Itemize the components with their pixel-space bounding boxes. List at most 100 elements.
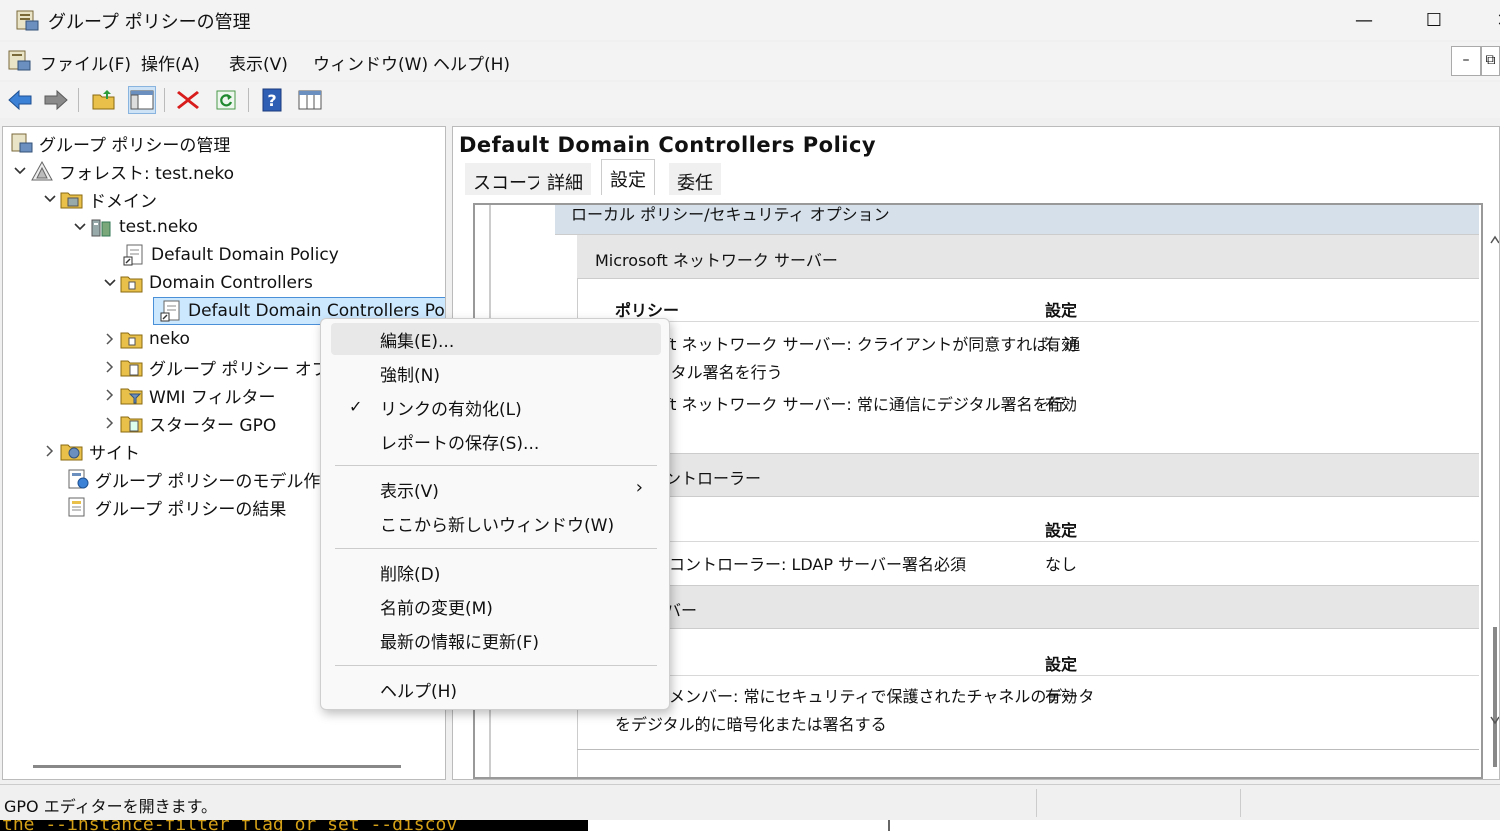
- menu-separator: [335, 465, 657, 466]
- gpo-title: Default Domain Controllers Policy: [459, 133, 877, 157]
- tree-gp-modeling[interactable]: グループ ポリシーのモデル作成: [65, 465, 337, 493]
- menu-item-view-label: 表示(V): [380, 481, 439, 502]
- policy-row-1-line1: oft ネットワーク サーバー: クライアントが同意すれば、通: [655, 335, 1081, 354]
- tab-details[interactable]: 詳細: [539, 163, 591, 195]
- tree-wmi-filters[interactable]: WMI フィルター: [101, 381, 276, 409]
- forest-icon: [29, 159, 55, 183]
- toolbar-separator: [164, 88, 165, 112]
- background-terminal: the --instance-filter flag or set --disc…: [0, 820, 1500, 831]
- refresh-icon[interactable]: [212, 86, 240, 114]
- title-bar: グループ ポリシーの管理 — ☐ ✕: [0, 0, 1500, 40]
- results-icon: [65, 495, 91, 519]
- tree-domain-label: test.neko: [119, 217, 198, 237]
- tree-domains[interactable]: ドメイン: [41, 185, 157, 213]
- chevron-down-icon[interactable]: [71, 218, 89, 236]
- report-top-header: ローカル ポリシー/セキュリティ オプション: [555, 205, 1479, 235]
- tree-domain-test-neko[interactable]: test.neko: [71, 213, 198, 241]
- tree-default-domain-policy[interactable]: Default Domain Policy: [121, 241, 339, 269]
- chevron-right-icon[interactable]: [101, 386, 119, 404]
- status-divider: [1036, 789, 1037, 817]
- menu-item-refresh[interactable]: 最新の情報に更新(F): [331, 624, 661, 656]
- menu-item-save-report-label: レポートの保存(S)...: [380, 433, 540, 454]
- starter-gpo-folder-icon: [119, 411, 145, 435]
- tree-forest[interactable]: フォレスト: test.neko: [11, 157, 234, 185]
- chevron-right-icon[interactable]: [41, 442, 59, 460]
- gpmc-root-icon: [9, 131, 35, 155]
- chevron-down-icon[interactable]: [11, 162, 29, 180]
- minimize-button[interactable]: —: [1334, 0, 1394, 40]
- menu-item-save-report[interactable]: レポートの保存(S)...: [331, 425, 661, 457]
- tree-sites[interactable]: サイト: [41, 437, 140, 465]
- tree-gp-results[interactable]: グループ ポリシーの結果: [65, 493, 286, 521]
- menu-window[interactable]: ウィンドウ(W): [313, 50, 428, 75]
- show-hide-tree-icon[interactable]: [128, 86, 156, 114]
- maximize-button[interactable]: ☐: [1404, 0, 1464, 40]
- menu-item-enforce-label: 強制(N): [380, 365, 440, 386]
- policy-secure-channel-line1: メンバー: 常にセキュリティで保護されたチャネルのデータ: [669, 687, 1095, 706]
- close-button[interactable]: ✕: [1474, 0, 1500, 40]
- toolbar-separator: [78, 88, 79, 112]
- section-bottom-border: [577, 749, 1479, 750]
- tree-ou-neko-label: neko: [149, 329, 190, 349]
- menu-item-new-window[interactable]: ここから新しいウィンドウ(W): [331, 507, 661, 539]
- chevron-right-icon[interactable]: [101, 358, 119, 376]
- chevron-right-icon[interactable]: [101, 414, 119, 432]
- menu-item-new-window-label: ここから新しいウィンドウ(W): [380, 515, 615, 536]
- menu-bar: ファイル(F) 操作(A) 表示(V) ウィンドウ(W) ヘルプ(H) – ⧉: [0, 42, 1500, 80]
- tab-settings[interactable]: 設定: [601, 159, 655, 195]
- tree-default-domain-policy-label: Default Domain Policy: [151, 245, 339, 265]
- chevron-right-icon[interactable]: [101, 330, 119, 348]
- row-divider: [577, 675, 1479, 676]
- tree-domain-controllers-label: Domain Controllers: [149, 273, 313, 293]
- domain-icon: [89, 215, 115, 239]
- forward-arrow-icon[interactable]: [42, 86, 70, 114]
- tree-ou-neko[interactable]: neko: [101, 325, 190, 353]
- section-ms-network-server[interactable]: Microsoft ネットワーク サーバー: [577, 235, 1479, 279]
- col-header-setting: 設定: [1045, 521, 1078, 540]
- tree-domain-controllers[interactable]: Domain Controllers: [101, 269, 313, 297]
- terminal-gap: [890, 820, 1500, 831]
- menu-help[interactable]: ヘルプ(H): [433, 50, 510, 75]
- menu-item-link-enabled[interactable]: ✓ リンクの有効化(L): [331, 391, 661, 423]
- menu-view[interactable]: 表示(V): [229, 50, 288, 75]
- tab-delegation[interactable]: 委任: [669, 163, 721, 195]
- delete-icon[interactable]: [174, 86, 202, 114]
- properties-icon[interactable]: [296, 86, 324, 114]
- menu-file[interactable]: ファイル(F): [40, 50, 131, 75]
- sites-icon: [59, 439, 85, 463]
- tree-root[interactable]: グループ ポリシーの管理: [9, 129, 230, 157]
- menu-item-view[interactable]: 表示(V) ›: [331, 473, 661, 505]
- menu-separator: [335, 548, 657, 549]
- policy-ldap-signing-setting: なし: [1045, 555, 1078, 574]
- section-domain-controller[interactable]: ントローラー: [577, 453, 1479, 497]
- ou-folder-icon: [119, 327, 145, 351]
- menu-item-rename[interactable]: 名前の変更(M): [331, 590, 661, 622]
- chevron-down-icon[interactable]: [41, 190, 59, 208]
- tree-gpo-objects[interactable]: グループ ポリシー オブジ: [101, 353, 346, 381]
- menu-item-enforce[interactable]: 強制(N): [331, 357, 661, 389]
- menu-action[interactable]: 操作(A): [141, 50, 200, 75]
- chevron-down-icon[interactable]: [101, 274, 119, 292]
- report-vertical-scrollbar[interactable]: [1489, 207, 1499, 777]
- tree-starter-gpo[interactable]: スターター GPO: [101, 409, 276, 437]
- mdi-restore-button[interactable]: ⧉: [1481, 46, 1500, 76]
- tree-forest-label: フォレスト: test.neko: [59, 163, 235, 184]
- row-divider: [577, 541, 1479, 542]
- toolbar-separator: [248, 88, 249, 112]
- back-arrow-icon[interactable]: [6, 86, 34, 114]
- section-domain-member[interactable]: バー: [577, 585, 1479, 629]
- menu-item-delete[interactable]: 削除(D): [331, 556, 661, 588]
- tree-horizontal-scrollbar[interactable]: [33, 765, 401, 768]
- mdi-minimize-button[interactable]: –: [1451, 46, 1481, 76]
- up-folder-icon[interactable]: [90, 86, 118, 114]
- gpo-link-icon: [121, 243, 147, 267]
- policy-secure-channel-setting: 有効: [1045, 687, 1078, 706]
- menu-item-help[interactable]: ヘルプ(H): [331, 673, 661, 705]
- status-text: GPO エディターを開きます。: [4, 797, 218, 816]
- svg-text:?: ?: [267, 91, 276, 110]
- policy-row-1-setting: 有効: [1045, 335, 1078, 354]
- menu-item-edit[interactable]: 編集(E)...: [331, 323, 661, 355]
- tree-root-label: グループ ポリシーの管理: [39, 135, 231, 156]
- ou-folder-icon: [119, 271, 145, 295]
- help-icon[interactable]: ?: [258, 86, 286, 114]
